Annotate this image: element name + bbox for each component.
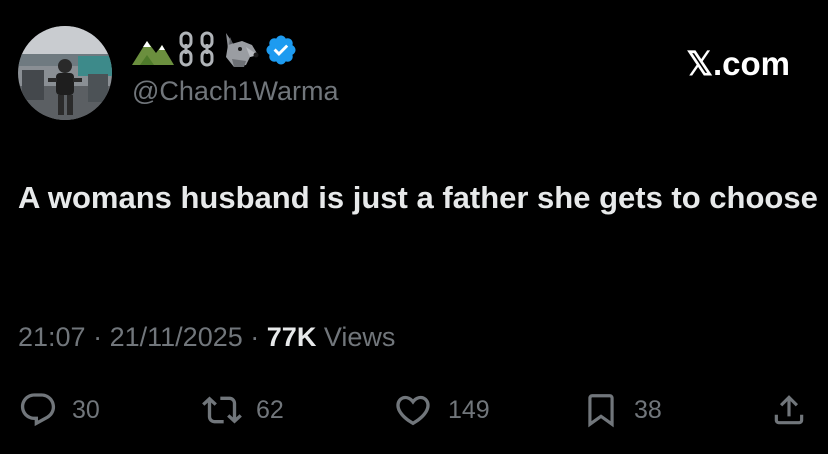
- chains-icon: [178, 31, 216, 74]
- reply-button[interactable]: 30: [18, 388, 100, 432]
- verified-badge-icon: [264, 33, 298, 72]
- heart-icon: [392, 390, 434, 430]
- views-count: 77K: [266, 322, 317, 352]
- share-icon: [770, 390, 808, 430]
- reply-count: 30: [72, 395, 100, 424]
- action-bar: 30 62 149 38: [0, 388, 828, 432]
- reply-icon: [18, 390, 58, 430]
- display-name[interactable]: [132, 31, 298, 74]
- like-count: 149: [448, 395, 490, 424]
- tweet-meta: 21:07 · 21/11/2025 · 77K Views: [18, 322, 395, 353]
- tweet-time[interactable]: 21:07: [18, 322, 86, 352]
- repost-button[interactable]: 62: [202, 388, 284, 432]
- share-button[interactable]: [770, 388, 808, 432]
- bookmark-count: 38: [634, 395, 662, 424]
- repost-count: 62: [256, 395, 284, 424]
- like-button[interactable]: 149: [392, 388, 490, 432]
- repost-icon: [202, 390, 242, 430]
- views-label: Views: [323, 322, 396, 352]
- tweet-text: A womans husband is just a father she ge…: [18, 180, 818, 215]
- user-handle[interactable]: @Chach1Warma: [132, 76, 338, 107]
- brand-logo-text: 𝕏.com: [686, 45, 790, 82]
- wolf-icon: [220, 31, 260, 74]
- separator: ·: [250, 322, 260, 352]
- mountain-icon: [132, 33, 174, 72]
- tweet-date[interactable]: 21/11/2025: [110, 322, 243, 352]
- bookmark-icon: [582, 390, 620, 430]
- bookmark-button[interactable]: 38: [582, 388, 662, 432]
- separator: ·: [93, 322, 103, 352]
- avatar[interactable]: [18, 26, 112, 120]
